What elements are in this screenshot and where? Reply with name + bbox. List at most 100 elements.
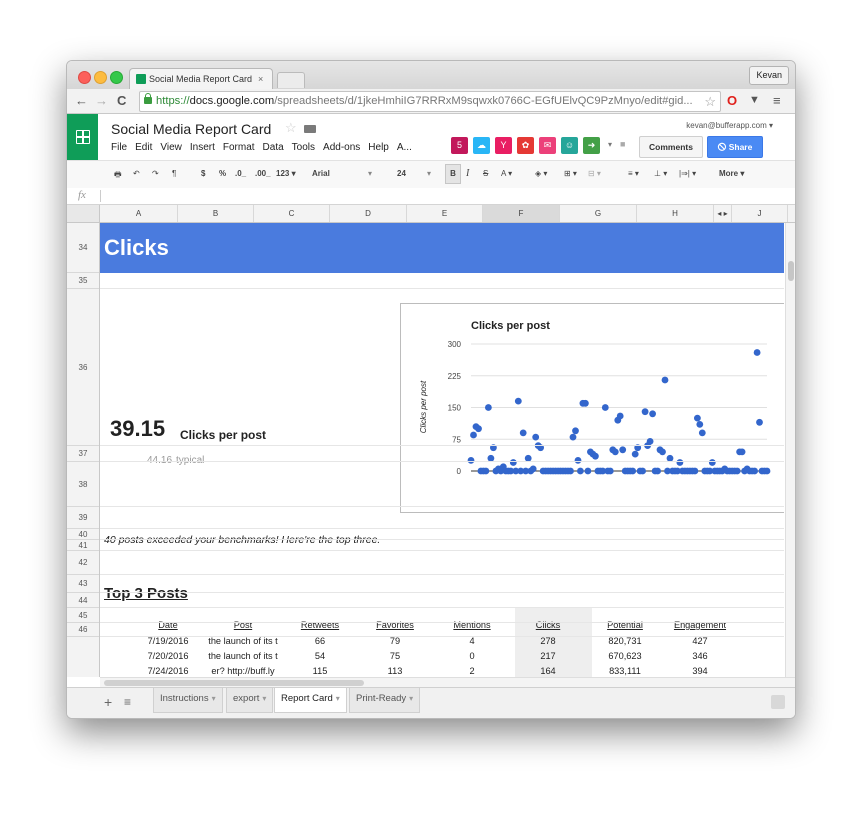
menu-item-tools[interactable]: Tools — [292, 142, 315, 153]
address-bar[interactable]: https://docs.google.com/spreadsheets/d/1… — [139, 91, 721, 112]
folder-icon[interactable] — [304, 125, 316, 133]
column-header-f[interactable]: F — [483, 205, 560, 222]
close-window-button[interactable] — [78, 71, 91, 84]
chart-point[interactable] — [738, 448, 746, 456]
row-header-43[interactable]: 43 — [67, 575, 99, 593]
chart-point[interactable] — [694, 414, 701, 422]
fill-color-button[interactable]: ◈ ▾ — [535, 169, 547, 178]
explore-icon[interactable] — [771, 695, 785, 709]
addon-7-icon[interactable]: ➜ — [583, 137, 600, 154]
select-all-corner[interactable] — [67, 205, 100, 222]
horizontal-scroll-thumb[interactable] — [104, 680, 364, 686]
italic-button[interactable]: I — [466, 168, 469, 179]
chart-point[interactable] — [756, 418, 763, 426]
font-size-select[interactable]: 24 — [397, 169, 406, 178]
table-cell[interactable]: 7/19/2016 — [140, 636, 196, 646]
chart-point[interactable] — [475, 425, 482, 433]
chart-point[interactable] — [691, 467, 699, 475]
addon-1-icon[interactable]: 5 — [451, 137, 468, 154]
profile-button[interactable]: Kevan — [749, 66, 789, 85]
row-header-39[interactable]: 39 — [67, 507, 99, 529]
text-color-button[interactable]: A ▾ — [501, 169, 512, 178]
new-tab-button[interactable] — [277, 72, 305, 88]
menu-item-insert[interactable]: Insert — [190, 142, 215, 153]
star-document-icon[interactable]: ☆ — [285, 120, 297, 136]
chart-point[interactable] — [592, 452, 599, 460]
table-cell[interactable]: 115 — [292, 666, 348, 676]
document-title[interactable]: Social Media Report Card — [111, 121, 271, 137]
addon-6-icon[interactable]: ☺ — [561, 137, 578, 154]
chart-point[interactable] — [763, 467, 771, 475]
chart-point[interactable] — [631, 450, 639, 458]
zoom-window-button[interactable] — [110, 71, 123, 84]
row-header-41[interactable]: 41 — [67, 540, 99, 551]
sheet-tab-menu-icon[interactable]: ▾ — [262, 694, 266, 703]
back-arrow-icon[interactable]: ← — [75, 93, 88, 109]
percent-format-button[interactable]: % — [219, 169, 226, 178]
menu-item-help[interactable]: Help — [368, 142, 389, 153]
chart-point[interactable] — [649, 410, 656, 418]
chart-point[interactable] — [659, 448, 666, 456]
chart-point[interactable] — [646, 438, 654, 445]
forward-arrow-icon[interactable]: → — [95, 93, 108, 109]
chart-point[interactable] — [616, 412, 624, 420]
borders-button[interactable]: ⊞ ▾ — [564, 169, 577, 178]
column-header-g[interactable]: G — [560, 205, 637, 222]
row-header-35[interactable]: 35 — [67, 273, 99, 289]
sheet-grid[interactable]: Clicks 39.15 Clicks per post 44.16typica… — [100, 223, 784, 677]
chart-point[interactable] — [482, 467, 490, 475]
chart-point[interactable] — [753, 349, 761, 356]
column-header-a[interactable]: A — [100, 205, 178, 222]
comments-button[interactable]: Comments — [639, 136, 703, 158]
menu-item-addons[interactable]: Add-ons — [323, 142, 360, 153]
browser-tab[interactable]: Social Media Report Card × — [129, 68, 273, 90]
chart-point[interactable] — [519, 429, 527, 437]
menu-item-file[interactable]: File — [111, 142, 127, 153]
table-cell-post[interactable]: the launch of its t — [203, 651, 283, 661]
paint-format-icon[interactable]: ¶ — [172, 169, 176, 178]
sheet-tab-report-card[interactable]: Report Card ▾ — [274, 688, 347, 713]
chat-icon[interactable]: ■ — [620, 139, 625, 149]
row-header-38[interactable]: 38 — [67, 462, 99, 507]
addon-3-icon[interactable]: Y — [495, 137, 512, 154]
add-sheet-icon[interactable]: + — [104, 694, 112, 710]
table-cell[interactable]: 0 — [444, 651, 500, 661]
column-header-nav[interactable]: ◂ ▸ — [714, 205, 732, 222]
table-cell[interactable]: 427 — [669, 636, 731, 646]
column-header-j[interactable]: J — [732, 205, 788, 222]
vertical-align-button[interactable]: ⊥ ▾ — [654, 169, 667, 178]
sheet-tab-export[interactable]: export ▾ — [226, 688, 274, 713]
text-wrap-button[interactable]: |⇒| ▾ — [679, 169, 696, 178]
minimize-window-button[interactable] — [94, 71, 107, 84]
table-cell[interactable]: 833,111 — [595, 666, 655, 676]
chart-point[interactable] — [733, 467, 741, 475]
column-header-b[interactable]: B — [178, 205, 254, 222]
row-header-36[interactable]: 36 — [67, 289, 99, 446]
row-header-45[interactable]: 45 — [67, 608, 99, 623]
chart-point[interactable] — [569, 433, 577, 441]
sheet-tab-instructions[interactable]: Instructions ▾ — [153, 688, 223, 713]
table-cell-post[interactable]: the launch of its t — [203, 636, 283, 646]
sheets-logo-icon[interactable] — [67, 114, 98, 160]
chart-point[interactable] — [572, 427, 579, 435]
sheet-tab-menu-icon[interactable]: ▾ — [212, 694, 216, 703]
table-cell[interactable]: 394 — [669, 666, 731, 676]
row-header-37[interactable]: 37 — [67, 446, 99, 462]
undo-icon[interactable]: ↶ — [133, 169, 140, 178]
redo-icon[interactable]: ↷ — [152, 169, 159, 178]
chart-point[interactable] — [577, 467, 584, 475]
font-family-select[interactable]: Arial — [312, 169, 330, 178]
font-dropdown-icon[interactable]: ▾ — [368, 169, 372, 178]
table-cell[interactable]: 346 — [669, 651, 731, 661]
table-cell[interactable]: 7/20/2016 — [140, 651, 196, 661]
more-toolbar-button[interactable]: More ▾ — [719, 169, 744, 178]
bold-button[interactable]: B — [445, 164, 461, 184]
chart-point[interactable] — [532, 433, 540, 441]
row-header-46[interactable]: 46 — [67, 623, 99, 637]
sheet-tab-print-ready[interactable]: Print-Ready ▾ — [349, 688, 421, 713]
strikethrough-button[interactable]: S — [483, 169, 488, 178]
column-header-d[interactable]: D — [330, 205, 407, 222]
table-cell[interactable]: 670,623 — [595, 651, 655, 661]
chart-point[interactable] — [514, 397, 522, 405]
chart-point[interactable] — [751, 467, 758, 475]
